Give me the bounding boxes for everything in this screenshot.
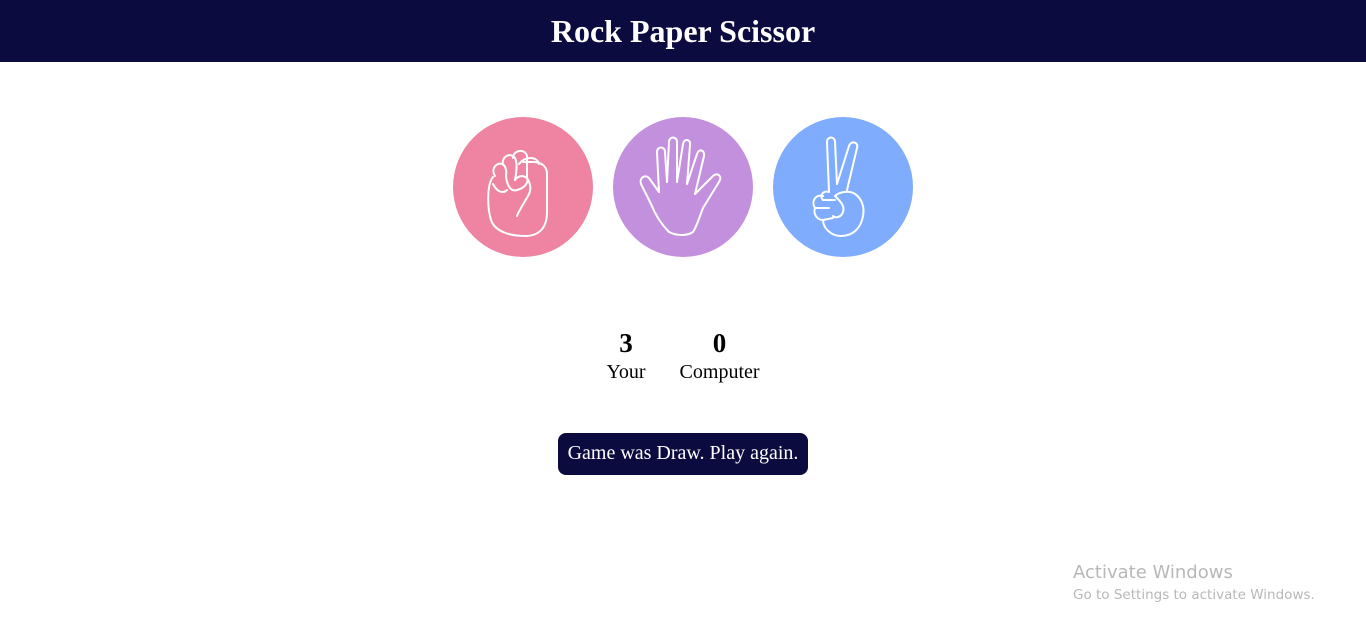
computer-score-value: 0 bbox=[712, 328, 727, 358]
app-header: Rock Paper Scissor bbox=[0, 0, 1366, 62]
message-container: Game was Draw. Play again. bbox=[0, 433, 1366, 475]
computer-score: 0 Computer bbox=[680, 328, 760, 386]
rock-choice-button[interactable] bbox=[453, 117, 593, 257]
choices-row bbox=[453, 117, 913, 257]
peace-hand-icon bbox=[812, 136, 865, 237]
scoreboard: 3 Your 0 Computer bbox=[0, 328, 1366, 386]
paper-choice-button[interactable] bbox=[613, 117, 753, 257]
result-message: Game was Draw. Play again. bbox=[557, 433, 809, 475]
computer-score-label: Computer bbox=[679, 361, 760, 383]
open-hand-icon bbox=[639, 136, 722, 236]
fist-icon bbox=[487, 150, 548, 237]
watermark-title: Activate Windows bbox=[1073, 562, 1233, 583]
scissors-choice-button[interactable] bbox=[773, 117, 913, 257]
watermark-subtitle: Go to Settings to activate Windows. bbox=[1073, 587, 1315, 603]
page-title: Rock Paper Scissor bbox=[550, 12, 816, 49]
windows-activation-watermark: Activate Windows Go to Settings to activ… bbox=[1073, 562, 1315, 606]
user-score-label: Your bbox=[606, 361, 646, 383]
user-score: 3 Your bbox=[606, 328, 645, 386]
user-score-value: 3 bbox=[619, 328, 633, 358]
